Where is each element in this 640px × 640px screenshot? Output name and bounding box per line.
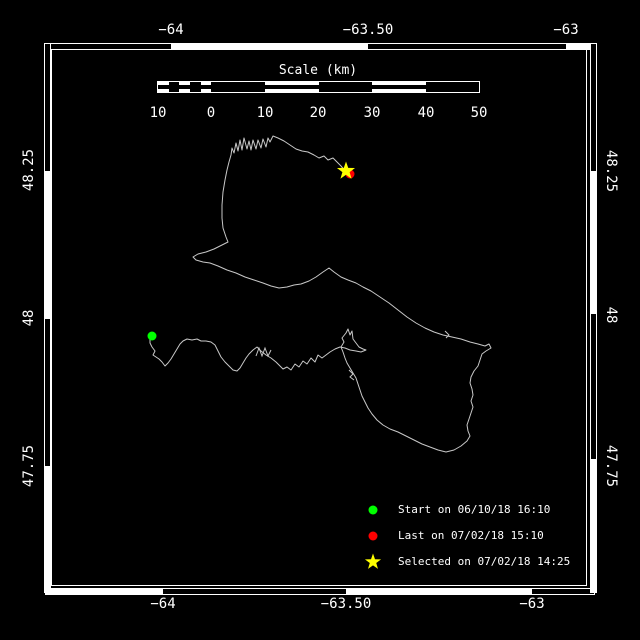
legend-start-marker-icon	[368, 505, 378, 515]
coastline-detail	[444, 330, 450, 339]
legend-start-label: Start on 06/10/18 16:10	[398, 503, 551, 516]
map-viewer: −64 −63.50 −63 −64 −63.50 −63 48.25 48 4…	[0, 0, 640, 640]
legend-selected-marker-icon	[364, 553, 382, 569]
coastline	[149, 135, 492, 453]
legend-selected-label: Selected on 07/02/18 14:25	[398, 555, 571, 568]
map-canvas	[147, 135, 492, 453]
legend-last-label: Last on 07/02/18 15:10	[398, 529, 544, 542]
legend-last-marker-icon	[368, 531, 378, 541]
coastline-detail	[348, 369, 355, 381]
start-position-marker[interactable]	[147, 331, 157, 341]
coastline-detail	[255, 346, 272, 358]
